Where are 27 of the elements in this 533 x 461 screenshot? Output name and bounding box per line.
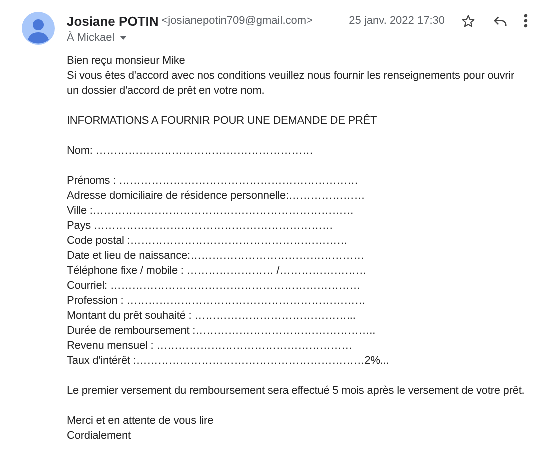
avatar-icon xyxy=(22,12,55,45)
message-text: Montant du prêt souhaité : ……………………………………... xyxy=(67,309,357,324)
message-text: Profession : ………………………………………………………… xyxy=(67,294,367,309)
message-text: Taux d'intérêt :………………………………………………………2%... xyxy=(67,354,390,369)
message-text: Si vous êtes d'accord avec nos conditions veuillez nous fournir les renseignements pour ouvrir un dossier d'accord de prêt en votre nom. xyxy=(67,69,516,99)
message-text: Ville :……………………………………………………………… xyxy=(67,204,355,219)
more-options-icon[interactable] xyxy=(523,12,529,30)
message-text: Le premier versement du remboursement sera effectué 5 mois après le versement de votre prêt. xyxy=(67,384,526,399)
message-text: Durée de remboursement :………………………………………….. xyxy=(67,324,377,339)
caret-icon xyxy=(120,36,127,40)
message-text: Revenu mensuel : ……………………………………………… xyxy=(67,339,354,354)
message-text: Pays ………………………………………………………… xyxy=(67,219,334,234)
message-text: Cordialement xyxy=(67,429,132,444)
recipient-dropdown[interactable]: À Mickael xyxy=(67,32,127,44)
message-date: 25 janv. 2022 17:30 xyxy=(349,15,445,27)
message-text: Bien reçu monsieur Mike xyxy=(67,54,186,69)
message-text: Merci et en attente de vous lire xyxy=(67,414,215,429)
message-text: Nom: …………………………………………………… xyxy=(67,144,314,159)
message-text: Date et lieu de naissance:………………………………………… xyxy=(67,249,366,264)
message-text: Téléphone fixe / mobile : …………………… /…………………… xyxy=(67,264,368,279)
message-text: Courriel: …………………………………………………………… xyxy=(67,279,362,294)
message-text: Code postal :…………………………………………………… xyxy=(67,234,349,249)
message-text: Adresse domiciliaire de résidence personnelle:………………… xyxy=(67,189,366,204)
message-text: INFORMATIONS A FOURNIR POUR UNE DEMANDE DE PRÊT xyxy=(67,114,378,129)
message-text: Prénoms : ………………………………………………………… xyxy=(67,174,360,189)
sender-name: Josiane POTIN xyxy=(67,14,159,28)
sender-email: <josianepotin709@gmail.com> xyxy=(162,15,313,27)
